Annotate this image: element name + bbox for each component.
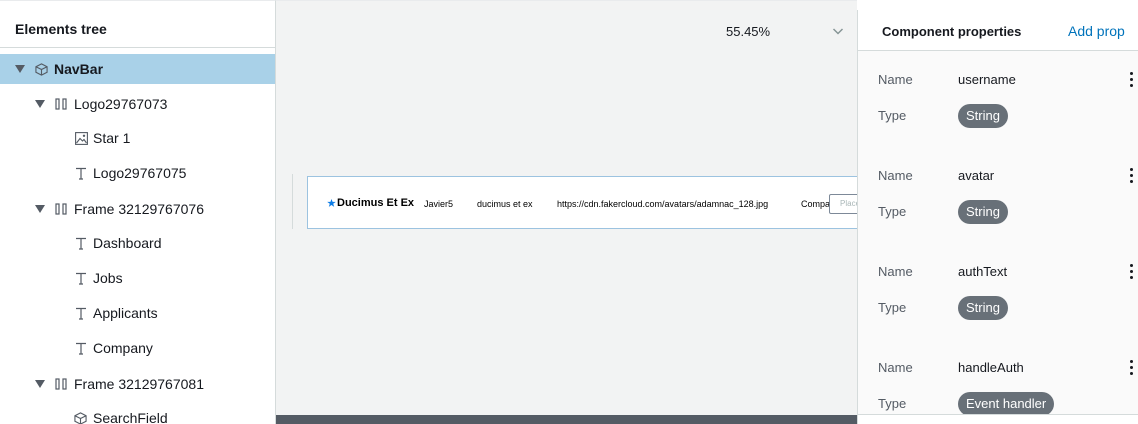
text-icon <box>74 271 88 285</box>
image-icon <box>74 131 88 145</box>
caret-down-icon[interactable] <box>35 380 45 388</box>
tree-node-logo29767075[interactable]: Logo29767075 <box>0 158 275 188</box>
tree-node-star-1[interactable]: Star 1 <box>0 123 275 153</box>
name-label: Name <box>878 264 913 279</box>
preview-auth-text: ducimus et ex <box>477 199 533 209</box>
text-icon <box>74 166 88 180</box>
tree-node-jobs[interactable]: Jobs <box>0 263 275 293</box>
tree-node-label: Star 1 <box>93 130 131 146</box>
tree-node-label: SearchField <box>93 410 168 424</box>
tree-node-dashboard[interactable]: Dashboard <box>0 228 275 258</box>
navbar-preview[interactable]: Ducimus Et Ex Javier5 ducimus et ex http… <box>307 176 857 229</box>
text-icon <box>74 236 88 250</box>
elements-tree-title: Elements tree <box>15 21 107 37</box>
property-item: Name handleAuth Type Event handler <box>858 339 1138 414</box>
type-label: Type <box>878 204 907 219</box>
tree-node-frame-32129767076[interactable]: Frame 32129767076 <box>0 194 275 224</box>
star-logo-icon <box>327 199 336 207</box>
property-name[interactable]: handleAuth <box>958 360 1024 375</box>
type-label: Type <box>878 300 907 315</box>
property-name[interactable]: authText <box>958 264 1007 279</box>
tree-node-label: Jobs <box>93 270 123 286</box>
canvas-area[interactable]: 55.45% Ducimus Et Ex Javier5 ducimus et … <box>276 0 857 424</box>
more-options-icon[interactable] <box>1126 167 1136 185</box>
type-label: Type <box>878 108 907 123</box>
frame-icon <box>54 377 68 391</box>
more-options-icon[interactable] <box>1126 359 1136 377</box>
app-window: Elements tree NavBar Logo29767073 Star 1 <box>0 0 1138 424</box>
properties-panel: Component properties Add prop Name usern… <box>857 10 1138 424</box>
tree-node-applicants[interactable]: Applicants <box>0 298 275 328</box>
property-name[interactable]: username <box>958 72 1016 87</box>
properties-footer <box>858 414 1138 424</box>
property-item: Name username Type String <box>858 51 1138 147</box>
frame-icon <box>54 97 68 111</box>
type-badge: String <box>958 104 1008 128</box>
type-badge: Event handler <box>958 392 1055 414</box>
caret-down-icon[interactable] <box>15 65 25 73</box>
add-prop-link[interactable]: Add prop <box>1068 23 1125 39</box>
property-name[interactable]: avatar <box>958 168 994 183</box>
name-label: Name <box>878 168 913 183</box>
tree-node-frame-32129767081[interactable]: Frame 32129767081 <box>0 369 275 399</box>
tree-node-label: NavBar <box>54 61 104 77</box>
tree-node-label: Logo29767073 <box>74 96 168 112</box>
more-options-icon[interactable] <box>1126 71 1136 89</box>
type-badge: String <box>958 200 1008 224</box>
properties-title: Component properties <box>882 24 1022 39</box>
text-icon <box>74 306 88 320</box>
elements-tree-panel: Elements tree NavBar Logo29767073 Star 1 <box>0 0 276 424</box>
preview-search-field: Place <box>829 194 857 214</box>
divider <box>0 47 275 48</box>
properties-list: Name username Type String Name avatar Ty… <box>858 51 1138 414</box>
component-icon <box>73 411 87 424</box>
tree-node-navbar[interactable]: NavBar <box>0 54 275 84</box>
tree-node-searchfield[interactable]: SearchField <box>0 403 275 424</box>
canvas-guide-line <box>292 174 293 229</box>
chevron-down-icon[interactable] <box>832 25 844 37</box>
tree-node-logo29767073[interactable]: Logo29767073 <box>0 89 275 119</box>
preview-avatar-url: https://cdn.fakercloud.com/avatars/adamn… <box>557 199 769 209</box>
more-options-icon[interactable] <box>1126 263 1136 281</box>
property-item: Name avatar Type String <box>858 147 1138 243</box>
tree-node-label: Dashboard <box>93 235 162 251</box>
canvas-footer-bar <box>276 415 857 424</box>
caret-down-icon[interactable] <box>35 100 45 108</box>
text-icon <box>74 341 88 355</box>
frame-icon <box>54 202 68 216</box>
tree-node-label: Frame 32129767081 <box>74 376 204 392</box>
name-label: Name <box>878 72 913 87</box>
tree-node-label: Company <box>93 340 153 356</box>
caret-down-icon[interactable] <box>35 205 45 213</box>
tree-node-label: Logo29767075 <box>93 165 187 181</box>
preview-username: Javier5 <box>424 199 454 209</box>
property-item: Name authText Type String <box>858 243 1138 339</box>
name-label: Name <box>878 360 913 375</box>
tree-node-company[interactable]: Company <box>0 333 275 363</box>
component-icon <box>34 62 48 76</box>
type-label: Type <box>878 396 907 411</box>
zoom-level[interactable]: 55.45% <box>726 24 770 39</box>
preview-brand: Ducimus Et Ex <box>337 197 415 209</box>
type-badge: String <box>958 296 1008 320</box>
tree-node-label: Applicants <box>93 305 158 321</box>
tree-node-label: Frame 32129767076 <box>74 201 204 217</box>
